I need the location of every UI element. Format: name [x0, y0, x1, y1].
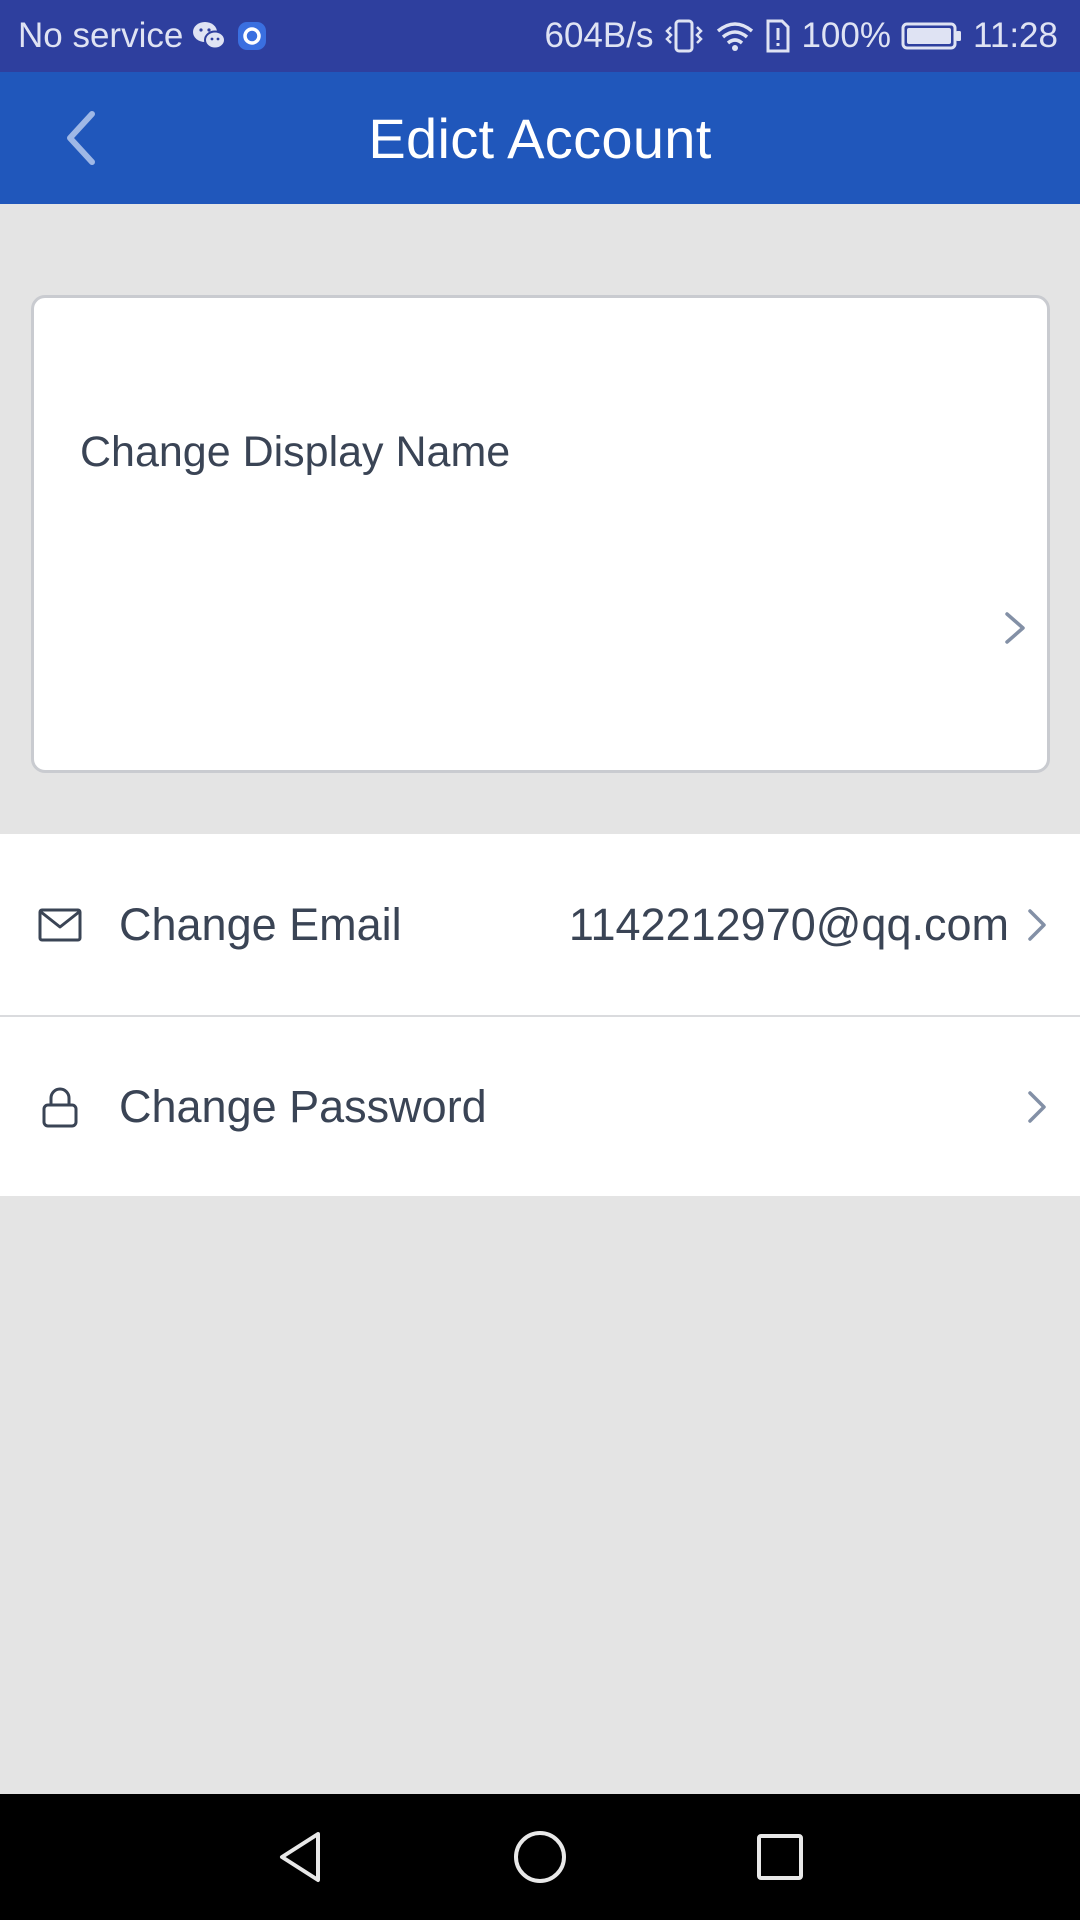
status-right: 604B/s 100% 11:28: [545, 16, 1059, 56]
carrier-text: No service: [18, 16, 184, 55]
wechat-icon: [191, 20, 227, 52]
app-notification-icon: [235, 19, 269, 53]
email-value: 1142212970@qq.com: [568, 898, 1009, 950]
chevron-right-icon: [1028, 908, 1046, 941]
sim-alert-icon: [765, 18, 791, 54]
battery-percent: 100%: [801, 16, 891, 55]
nav-back-button[interactable]: [270, 1827, 330, 1887]
page-title: Edict Account: [368, 106, 712, 170]
change-display-name-card[interactable]: Change Display Name: [31, 295, 1050, 773]
vibrate-icon: [663, 18, 705, 54]
change-password-label: Change Password: [119, 1080, 487, 1132]
app-header: Edict Account: [0, 72, 1080, 204]
wifi-icon: [715, 19, 755, 53]
back-button[interactable]: [40, 98, 120, 178]
chevron-left-icon: [67, 111, 95, 165]
status-left: No service: [18, 16, 269, 56]
change-password-row[interactable]: Change Password: [0, 1015, 1080, 1196]
settings-list: Change Email 1142212970@qq.com Change Pa…: [0, 834, 1080, 1196]
clock: 11:28: [973, 16, 1058, 55]
nav-home-button[interactable]: [510, 1827, 570, 1887]
status-bar: No service 604B/s 100% 11:28: [0, 0, 1080, 72]
back-triangle-icon: [280, 1832, 320, 1882]
change-display-name-label: Change Display Name: [80, 428, 511, 476]
lock-icon: [38, 1085, 82, 1129]
home-circle-icon: [514, 1831, 566, 1883]
recents-square-icon: [757, 1834, 803, 1880]
nav-recents-button[interactable]: [750, 1827, 810, 1887]
system-nav-bar: [0, 1794, 1080, 1920]
change-email-row[interactable]: Change Email 1142212970@qq.com: [0, 834, 1080, 1015]
chevron-right-icon: [1028, 1090, 1046, 1123]
mail-icon: [38, 903, 82, 947]
network-speed: 604B/s: [544, 16, 654, 55]
battery-icon: [901, 21, 963, 51]
chevron-right-icon: [1005, 612, 1025, 644]
change-email-label: Change Email: [119, 898, 402, 950]
